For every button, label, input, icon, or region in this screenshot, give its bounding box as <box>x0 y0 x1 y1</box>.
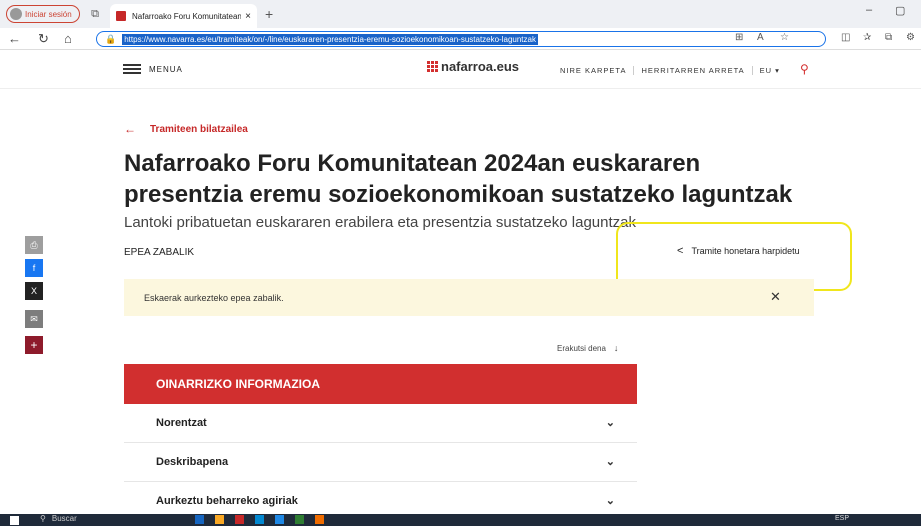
read-aloud-icon[interactable]: A <box>757 32 764 43</box>
address-bar-row: ← ↻ ⌂ 🔒 https://www.navarra.es/eu/tramit… <box>0 28 921 50</box>
arrow-left-icon: ← <box>124 122 136 136</box>
plus-icon[interactable]: + <box>25 336 43 354</box>
show-all-button[interactable]: Erakutsi dena ↓ <box>557 343 618 353</box>
home-icon[interactable]: ⌂ <box>64 31 72 46</box>
collections-icon[interactable]: ⧉ <box>885 32 892 43</box>
chevron-down-icon: ⌄ <box>605 495 615 507</box>
profile-button[interactable]: Iniciar sesión <box>6 5 80 23</box>
os-taskbar: ⚲ Buscar ESP <box>0 514 921 526</box>
excel-icon[interactable] <box>295 515 304 524</box>
chevron-down-icon: ↓ <box>613 343 619 353</box>
show-all-label: Erakutsi dena <box>557 343 606 353</box>
chevron-down-icon: ⌄ <box>605 417 615 429</box>
menu-label: MENUA <box>149 64 183 74</box>
search-icon[interactable]: ⚲ <box>800 62 809 76</box>
notice-banner: Eskaerak aurkezteko epea zabalik. ✕ <box>124 279 814 316</box>
lock-icon[interactable]: 🔒 <box>105 34 116 45</box>
x-icon[interactable]: X <box>25 282 43 300</box>
reload-icon[interactable]: ↻ <box>38 31 49 47</box>
browser-tab-bar: Iniciar sesión ⧉ Nafarroako Foru Komunit… <box>0 0 921 28</box>
facebook-icon[interactable]: f <box>25 259 43 277</box>
edge-icon[interactable] <box>255 515 264 524</box>
back-icon[interactable]: ← <box>8 31 21 46</box>
taskbar-search-label: Buscar <box>51 514 77 523</box>
back-link-label: Tramiteen bilatzailea <box>150 123 248 135</box>
accordion-item[interactable]: Deskribapena ⌄ <box>124 443 637 482</box>
page-title: Nafarroako Foru Komunitatean 2024an eusk… <box>124 150 793 208</box>
app-available-icon[interactable]: ⊞ <box>735 32 743 43</box>
site-favicon-icon <box>116 11 126 21</box>
accordion-header[interactable]: OINARRIZKO INFORMAZIOA <box>124 364 637 404</box>
language-selector[interactable]: EU ▾ <box>753 66 787 75</box>
url-text[interactable]: https://www.navarra.es/eu/tramiteak/on/-… <box>122 33 538 45</box>
browser-tab[interactable]: Nafarroako Foru Komunitatean 2 × <box>110 4 257 28</box>
print-icon[interactable]: ⎙ <box>25 236 43 254</box>
status-badge: EPEA ZABALIK <box>124 247 195 258</box>
header-link-nire-karpeta[interactable]: NIRE KARPETA <box>553 66 635 75</box>
accordion-item-label: Deskribapena <box>156 456 229 468</box>
notice-text: Eskaerak aurkezteko epea zabalik. <box>144 292 284 303</box>
chevron-down-icon: ⌄ <box>605 456 615 468</box>
header-links: NIRE KARPETA HERRITARREN ARRETA EU ▾ <box>553 66 787 75</box>
file-explorer-icon[interactable] <box>215 515 224 524</box>
restore-icon[interactable]: ▢ <box>895 4 905 17</box>
menu-button[interactable]: MENUA <box>123 64 183 74</box>
page-subtitle: Lantoki pribatuetan euskararen erabilera… <box>124 214 636 231</box>
favorites-icon[interactable]: ✰ <box>863 32 871 43</box>
logo-dots-icon <box>427 61 438 72</box>
site-logo[interactable]: nafarroa.eus <box>427 59 519 74</box>
extensions-icon[interactable]: ⚙ <box>906 32 915 43</box>
address-bar[interactable]: 🔒 https://www.navarra.es/eu/tramiteak/on… <box>96 31 826 47</box>
acrobat-icon[interactable] <box>235 515 244 524</box>
accordion-item[interactable]: Norentzat ⌄ <box>124 404 637 443</box>
hamburger-icon <box>123 64 141 74</box>
accordion: OINARRIZKO INFORMAZIOA Norentzat ⌄ Deskr… <box>124 364 637 521</box>
taskbar-apps <box>195 515 335 524</box>
system-tray[interactable]: ESP <box>835 515 849 522</box>
back-link[interactable]: ← Tramiteen bilatzailea <box>124 122 248 136</box>
outlook-icon[interactable] <box>195 515 204 524</box>
close-tab-icon[interactable]: × <box>245 11 251 22</box>
close-icon[interactable]: ✕ <box>770 289 781 305</box>
site-header: MENUA nafarroa.eus NIRE KARPETA HERRITAR… <box>0 51 921 89</box>
tab-actions-icon[interactable]: ⧉ <box>88 7 102 21</box>
windows-start-icon[interactable] <box>10 516 19 525</box>
app-icon[interactable] <box>315 515 324 524</box>
profile-label: Iniciar sesión <box>25 9 72 19</box>
accordion-item-label: Norentzat <box>156 417 207 429</box>
word-icon[interactable] <box>275 515 284 524</box>
profile-avatar-icon <box>10 8 22 20</box>
tab-title: Nafarroako Foru Komunitatean 2 <box>132 11 242 21</box>
new-tab-button[interactable]: + <box>265 6 273 22</box>
search-icon: ⚲ <box>40 514 46 523</box>
favorite-star-icon[interactable]: ☆ <box>780 32 789 43</box>
split-screen-icon[interactable]: ◫ <box>841 32 850 43</box>
header-link-herritarren-arreta[interactable]: HERRITARREN ARRETA <box>634 66 753 75</box>
logo-text: nafarroa.eus <box>441 59 520 74</box>
minimize-icon[interactable]: – <box>866 4 872 16</box>
taskbar-search[interactable]: ⚲ Buscar <box>40 514 77 523</box>
accordion-item-label: Aurkeztu beharreko agiriak <box>156 495 298 507</box>
mail-icon[interactable]: ✉ <box>25 310 43 328</box>
